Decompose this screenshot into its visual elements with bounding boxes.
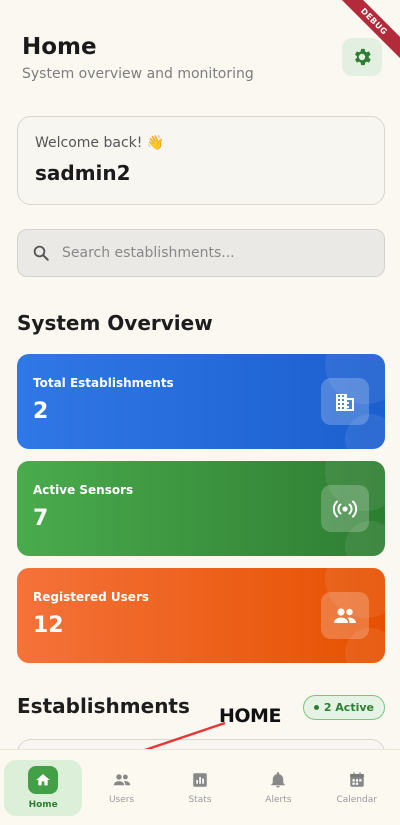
search-input[interactable] xyxy=(62,245,362,261)
search-bar[interactable] xyxy=(17,229,385,277)
nav-label: Stats xyxy=(188,794,212,805)
nav-label: Calendar xyxy=(336,794,377,805)
establishments-title: Establishments xyxy=(17,694,190,718)
nav-item-home[interactable]: Home xyxy=(4,759,83,816)
registered-users-card[interactable]: Registered Users 12 xyxy=(17,568,385,663)
nav-icon-container xyxy=(191,771,209,789)
users-icon xyxy=(334,607,356,623)
status-dot xyxy=(313,705,319,710)
sensor-icon xyxy=(332,500,358,517)
bottom-navigation: Home Users Stats Alerts Calendar xyxy=(0,749,400,825)
card-value: 12 xyxy=(33,613,64,638)
card-icon-box xyxy=(321,485,369,532)
active-count-badge: 2 Active xyxy=(302,695,385,720)
calendar-icon xyxy=(350,772,364,787)
nav-icon-container xyxy=(269,771,287,789)
nav-icon-container xyxy=(112,771,132,789)
nav-label: Users xyxy=(108,794,135,805)
bell-icon xyxy=(271,771,286,787)
users-icon xyxy=(113,773,130,785)
card-icon-box xyxy=(321,592,369,639)
search-icon xyxy=(33,245,49,261)
nav-icon-container xyxy=(28,765,59,794)
welcome-greeting: Welcome back! 👋 xyxy=(35,135,165,151)
debug-banner: DEBUG xyxy=(330,0,400,70)
nav-label: Home xyxy=(28,799,58,810)
page-subtitle: System overview and monitoring xyxy=(22,66,254,82)
nav-item-stats[interactable]: Stats xyxy=(161,760,239,816)
welcome-card: Welcome back! 👋 sadmin2 xyxy=(17,116,385,205)
card-icon-box xyxy=(321,378,369,425)
total-establishments-card[interactable]: Total Establishments 2 xyxy=(17,354,385,449)
active-sensors-card[interactable]: Active Sensors 7 xyxy=(17,461,385,556)
card-value: 7 xyxy=(33,506,49,531)
page-header: Home System overview and monitoring xyxy=(22,34,382,82)
card-label: Total Establishments xyxy=(33,376,174,390)
home-icon xyxy=(36,773,50,785)
card-value: 2 xyxy=(33,399,49,424)
nav-item-calendar[interactable]: Calendar xyxy=(318,760,396,816)
stats-icon xyxy=(193,772,207,787)
card-label: Registered Users xyxy=(33,590,150,604)
active-count-label: 2 Active xyxy=(323,701,374,714)
system-overview-title: System Overview xyxy=(17,311,213,335)
nav-item-users[interactable]: Users xyxy=(83,760,161,816)
building-icon xyxy=(336,393,354,411)
card-label: Active Sensors xyxy=(33,483,134,497)
page-title: Home xyxy=(22,34,97,60)
nav-label: Alerts xyxy=(265,794,292,805)
nav-item-alerts[interactable]: Alerts xyxy=(239,760,317,816)
username: sadmin2 xyxy=(35,161,131,185)
nav-icon-container xyxy=(348,771,366,789)
debug-banner-label: DEBUG xyxy=(334,0,400,61)
